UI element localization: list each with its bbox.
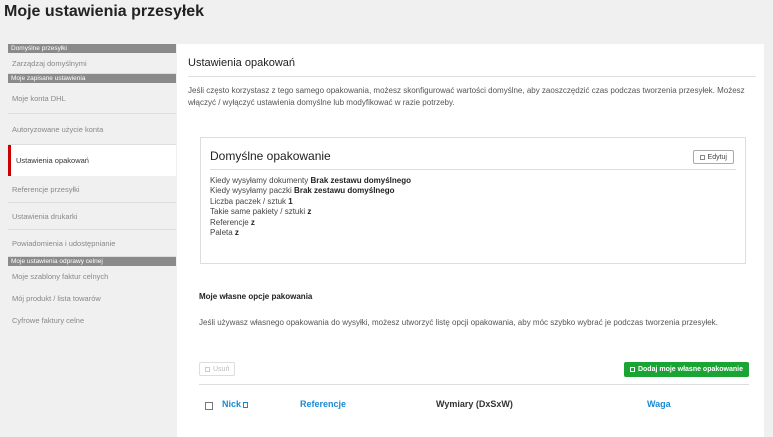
card-title: Domyślne opakowanie xyxy=(210,149,331,163)
setting-line-documents: Kiedy wysyłamy dokumenty Brak zestawu do… xyxy=(210,176,411,186)
sidebar-item-shipment-references[interactable]: Referencje przesyłki xyxy=(8,176,176,203)
setting-label: Kiedy wysyłamy dokumenty xyxy=(210,176,309,185)
sidebar-item-manage-defaults[interactable]: Zarządzaj domyślnymi xyxy=(8,53,176,74)
column-header-references[interactable]: Referencje xyxy=(300,399,346,409)
column-header-dimensions: Wymiary (DxSxW) xyxy=(436,399,513,409)
packaging-table-header: Nick Referencje Wymiary (DxSxW) Waga xyxy=(199,399,749,413)
sidebar-item-label: Powiadomienia i udostępnianie xyxy=(12,238,116,248)
sidebar-item-authorized-account-use[interactable]: Autoryzowane użycie konta xyxy=(8,114,176,145)
sidebar-item-customs-invoice-templates[interactable]: Moje szablony faktur celnych xyxy=(8,266,176,288)
add-icon xyxy=(629,367,635,372)
sidebar-item-digital-customs-invoices[interactable]: Cyfrowe faktury celne xyxy=(8,310,176,332)
sidebar-item-label: Cyfrowe faktury celne xyxy=(12,316,85,325)
setting-value: z xyxy=(234,228,239,238)
sort-icon xyxy=(243,401,249,408)
table-divider xyxy=(199,384,749,385)
edit-icon xyxy=(699,154,705,160)
sidebar-item-printer-settings[interactable]: Ustawienia drukarki xyxy=(8,203,176,230)
setting-line-parcels: Kiedy wysyłamy paczki Brak zestawu domyś… xyxy=(210,186,411,196)
setting-value: z xyxy=(250,217,255,227)
setting-value: Brak zestawu domyślnego xyxy=(310,176,411,185)
sidebar: Domyślne przesyłki Zarządzaj domyślnymi … xyxy=(8,44,176,437)
sidebar-header-default-shipments: Domyślne przesyłki xyxy=(8,44,176,53)
sidebar-item-label: Zarządzaj domyślnymi xyxy=(12,58,87,68)
setting-label: Paleta xyxy=(210,228,233,238)
own-packaging-text: Jeśli używasz własnego opakowania do wys… xyxy=(199,318,718,327)
sidebar-item-packaging-settings[interactable]: Ustawienia opakowań xyxy=(8,145,176,176)
edit-label: Edytuj xyxy=(707,153,727,161)
card-divider xyxy=(210,169,736,170)
sidebar-item-label: Moje szablony faktur celnych xyxy=(12,272,109,281)
setting-value: 1 xyxy=(288,196,293,206)
setting-value: z xyxy=(307,207,312,217)
delete-button[interactable]: Usuń xyxy=(199,362,236,376)
sidebar-header-saved-settings: Moje zapisane ustawienia xyxy=(8,74,176,83)
sidebar-item-label: Referencje przesyłki xyxy=(12,184,80,194)
column-header-nick[interactable]: Nick xyxy=(222,399,249,409)
default-settings-list: Kiedy wysyłamy dokumenty Brak zestawu do… xyxy=(210,176,411,238)
sidebar-header-customs-settings: Moje ustawienia odprawy celnej xyxy=(8,257,176,266)
delete-icon xyxy=(205,366,210,372)
sidebar-item-product-list[interactable]: Mój produkt / lista towarów xyxy=(8,288,176,310)
sidebar-item-label: Mój produkt / lista towarów xyxy=(12,294,101,303)
setting-label: Liczba paczek / sztuk xyxy=(210,196,287,206)
delete-label: Usuń xyxy=(213,365,230,373)
select-all-checkbox[interactable] xyxy=(205,402,213,410)
main-panel: Ustawienia opakowań Jeśli często korzyst… xyxy=(177,44,764,437)
sidebar-item-label: Moje konta DHL xyxy=(12,93,66,103)
setting-label: Takie same pakiety / sztuki xyxy=(210,207,306,217)
default-packaging-card: Domyślne opakowanie Edytuj Kiedy wysyłam… xyxy=(200,137,746,264)
column-header-weight[interactable]: Waga xyxy=(647,399,671,409)
section-title: Ustawienia opakowań xyxy=(188,57,296,69)
sidebar-item-label: Ustawienia drukarki xyxy=(12,211,78,221)
sidebar-item-dhl-accounts[interactable]: Moje konta DHL xyxy=(8,83,176,114)
sidebar-item-label: Ustawienia opakowań xyxy=(16,156,89,165)
intro-text: Jeśli często korzystasz z tego samego op… xyxy=(188,86,745,107)
section-divider xyxy=(188,76,756,77)
column-header-label: Nick xyxy=(222,399,242,409)
sidebar-item-notifications-sharing[interactable]: Powiadomienia i udostępnianie xyxy=(8,230,176,257)
page-title: Moje ustawienia przesyłek xyxy=(4,3,205,20)
add-own-packaging-button[interactable]: Dodaj moje własne opakowanie xyxy=(623,362,749,377)
own-packaging-title: Moje własne opcje pakowania xyxy=(199,292,313,301)
add-label: Dodaj moje własne opakowanie xyxy=(637,366,743,373)
setting-value: Brak zestawu domyślnego xyxy=(294,186,395,196)
setting-line-same-packages: Takie same pakiety / sztuki z xyxy=(210,207,411,217)
sidebar-item-label: Autoryzowane użycie konta xyxy=(12,124,104,134)
setting-line-piece-count: Liczba paczek / sztuk 1 xyxy=(210,197,411,207)
setting-label: Referencje xyxy=(210,217,249,227)
edit-button[interactable]: Edytuj xyxy=(692,150,734,164)
setting-line-pallet: Paleta z xyxy=(210,228,411,238)
setting-label: Kiedy wysyłamy paczki xyxy=(210,186,292,196)
setting-line-references: Referencje z xyxy=(210,218,411,228)
